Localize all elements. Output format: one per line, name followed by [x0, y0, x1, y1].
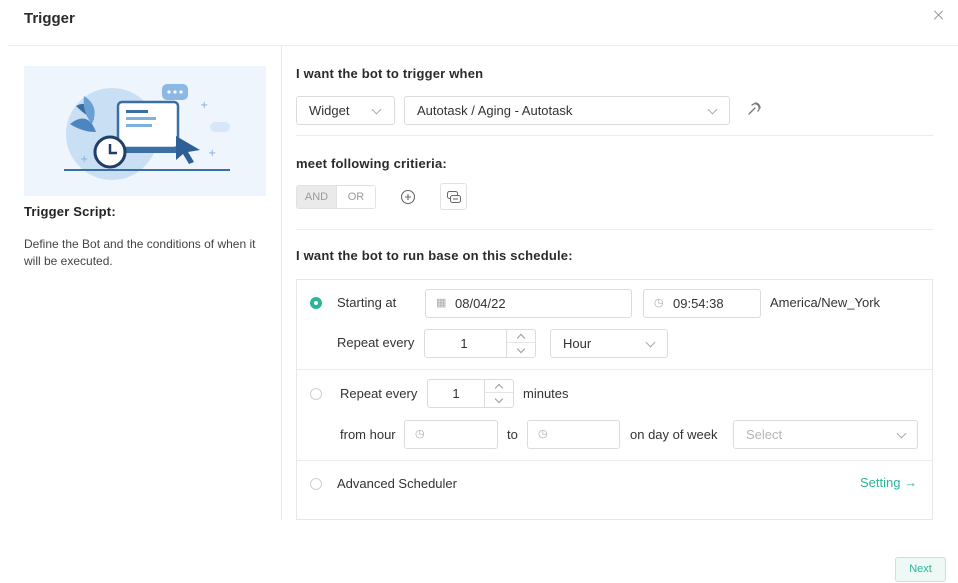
advanced-scheduler-label: Advanced Scheduler — [337, 476, 457, 491]
link-icon[interactable] — [744, 99, 764, 119]
and-option[interactable]: AND — [297, 186, 336, 208]
radio-repeat-minutes[interactable] — [310, 388, 322, 400]
clock-icon: ◷ — [415, 428, 425, 440]
schedule-heading: I want the bot to run base on this sched… — [296, 248, 573, 263]
stepper-arrows — [506, 330, 535, 357]
start-time-input[interactable]: ◷ 09:54:38 — [643, 289, 761, 318]
start-date-input[interactable]: ▦ 08/04/22 — [425, 289, 632, 318]
decrement-icon[interactable] — [507, 344, 535, 357]
increment-icon[interactable] — [485, 380, 513, 393]
repeat-every-label: Repeat every — [337, 335, 415, 350]
timezone-label: America/New_York — [770, 295, 881, 310]
chevron-down-icon — [371, 104, 382, 115]
day-of-week-select[interactable]: Select — [733, 420, 918, 449]
decrement-icon[interactable] — [485, 394, 513, 407]
from-hour-label: from hour — [340, 427, 396, 442]
day-of-week-placeholder: Select — [746, 427, 783, 442]
chevron-down-icon — [645, 337, 656, 348]
close-icon[interactable] — [932, 9, 946, 23]
widget-select[interactable]: Autotask / Aging - Autotask — [404, 96, 730, 125]
start-time-value: 09:54:38 — [673, 296, 724, 311]
radio-advanced-scheduler[interactable] — [310, 478, 322, 490]
chevron-down-icon — [896, 428, 907, 439]
minutes-label: minutes — [523, 386, 569, 401]
calendar-icon: ▦ — [436, 297, 447, 309]
left-panel-title: Trigger Script: — [24, 204, 116, 219]
repeat-hour-value: 1 — [460, 336, 468, 351]
section-divider — [296, 229, 933, 230]
to-hour-input[interactable]: ◷ — [527, 420, 620, 449]
day-of-week-label: on day of week — [630, 427, 718, 442]
to-label: to — [507, 427, 518, 442]
repeat-unit-value: Hour — [563, 336, 592, 351]
trigger-illustration: + + + — [24, 66, 266, 196]
repeat-hour-stepper[interactable]: 1 — [424, 329, 536, 358]
section-divider — [296, 135, 933, 136]
clock-icon: ◷ — [538, 428, 548, 440]
header-divider — [8, 45, 958, 46]
source-select[interactable]: Widget — [296, 96, 395, 125]
clock-icon: ◷ — [654, 297, 664, 309]
add-group-icon[interactable] — [440, 183, 467, 210]
dialog-title: Trigger — [24, 10, 75, 27]
left-panel-description: Define the Bot and the conditions of whe… — [24, 237, 256, 268]
chevron-down-icon — [707, 104, 718, 115]
repeat-every-label: Repeat every — [340, 386, 418, 401]
increment-icon[interactable] — [507, 330, 535, 343]
or-option[interactable]: OR — [336, 186, 375, 208]
add-condition-icon[interactable] — [399, 188, 417, 206]
svg-text:+: + — [208, 148, 216, 159]
repeat-unit-select[interactable]: Hour — [550, 329, 668, 358]
criteria-heading: meet following critieria: — [296, 156, 447, 171]
source-select-value: Widget — [309, 103, 350, 118]
svg-text:+: + — [200, 100, 208, 111]
next-button[interactable]: Next — [895, 557, 946, 582]
from-hour-input[interactable]: ◷ — [404, 420, 498, 449]
option-divider — [297, 369, 932, 370]
trigger-heading: I want the bot to trigger when — [296, 66, 484, 81]
stepper-arrows — [484, 380, 513, 407]
and-or-toggle[interactable]: AND OR — [296, 185, 376, 209]
repeat-minutes-stepper[interactable]: 1 — [427, 379, 514, 408]
radio-starting-at[interactable] — [310, 297, 322, 309]
widget-select-value: Autotask / Aging - Autotask — [417, 103, 573, 118]
panel-divider — [281, 46, 282, 520]
option-divider — [297, 460, 932, 461]
setting-link[interactable]: Setting → — [860, 475, 917, 490]
starting-at-label: Starting at — [337, 295, 397, 310]
svg-text:+: + — [80, 154, 88, 165]
repeat-minutes-value: 1 — [452, 386, 460, 401]
start-date-value: 08/04/22 — [455, 296, 506, 311]
